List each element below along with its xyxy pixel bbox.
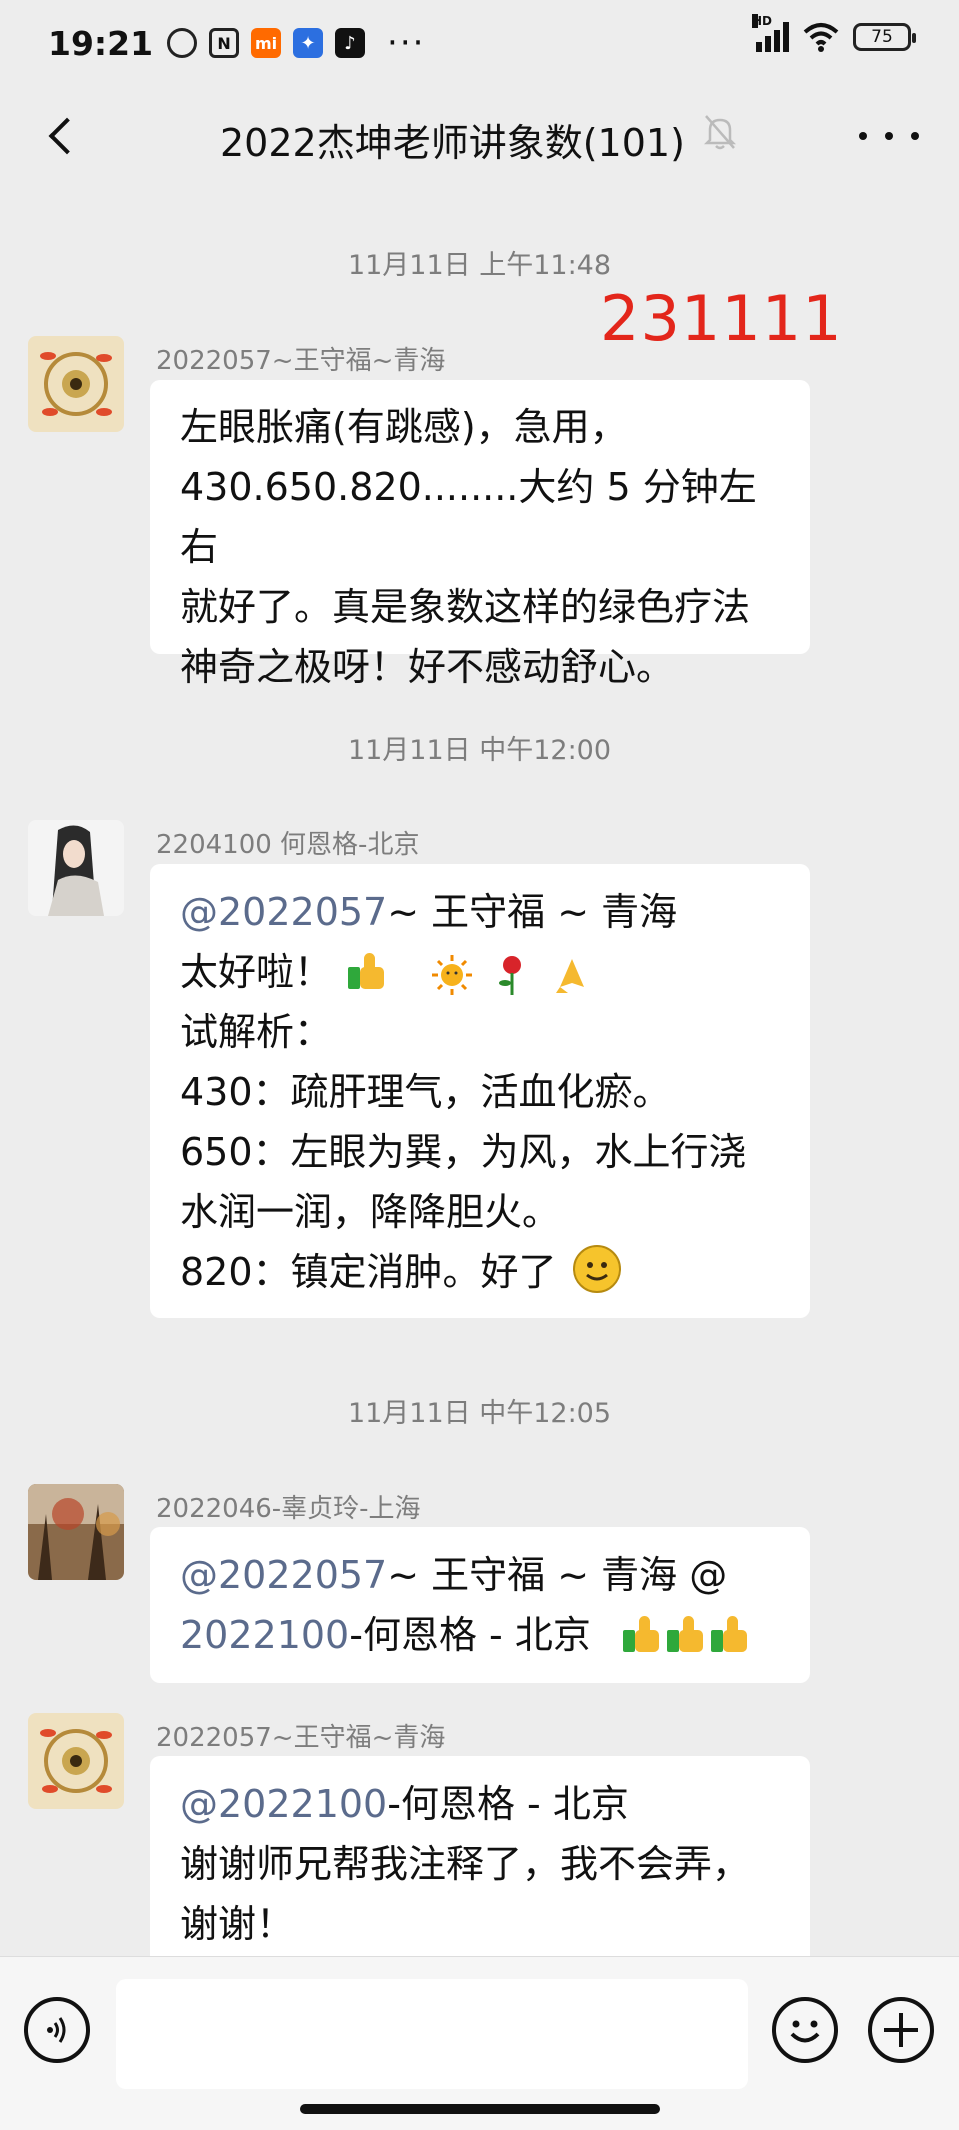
sun-icon: [432, 954, 473, 995]
voice-icon: [47, 2017, 66, 2043]
message-line: 2022100-何恩格 - 北京: [180, 1605, 780, 1665]
status-right: HD 75: [752, 14, 916, 52]
message-bubble[interactable]: @2022057~ 王守福 ~ 青海 太好啦！ 试解析： 430：疏肝理气，活血…: [150, 864, 810, 1318]
bagua-fish-avatar-icon: [28, 1713, 124, 1809]
alarm-icon: [167, 28, 198, 58]
mention-rest: ~ 王守福 ~ 青海: [387, 890, 678, 934]
back-button[interactable]: [32, 106, 92, 166]
message-bubble[interactable]: 左眼胀痛(有跳感)，急用， 430.650.820........大约 5 分钟…: [150, 380, 810, 689]
message-bubble[interactable]: @2022057~ 王守福 ~ 青海 @ 2022100-何恩格 - 北京: [150, 1527, 810, 1683]
wifi-icon: [803, 23, 839, 52]
status-bar: 19:21 N mi ✦ ♪ ··· HD 75: [0, 0, 959, 86]
smile-icon: [572, 1245, 621, 1293]
dot: [859, 132, 867, 140]
thumbs-up-icon: [344, 949, 388, 993]
dot: [911, 132, 919, 140]
message-line: 650：左眼为巽，为风，水上行浇: [180, 1130, 747, 1174]
timestamp: 11月11日 中午12:05: [347, 1398, 612, 1429]
sender-name: 2204100 何恩格-北京: [156, 830, 420, 860]
avatar[interactable]: [28, 820, 124, 916]
sender-name: 2022057~王守福~青海: [156, 1723, 446, 1753]
message-line: 左眼胀痛(有跳感)，急用，: [180, 405, 628, 449]
bird-app-icon: ✦: [293, 28, 324, 58]
mention-rest: -何恩格 - 北京: [349, 1613, 591, 1657]
rose-icon: [499, 955, 522, 995]
avatar[interactable]: [28, 336, 124, 432]
message-line: 820：镇定消肿。好了: [180, 1242, 780, 1302]
message-line: @2022100-何恩格 - 北京: [180, 1774, 780, 1834]
message-line: @2022057~ 王守福 ~ 青海: [180, 882, 780, 942]
message-line: 谢谢！: [180, 1902, 295, 1946]
message-text: 820：镇定消肿。好了: [180, 1250, 557, 1294]
emoji-button[interactable]: [772, 1997, 838, 2063]
scenery-avatar-icon: [28, 1484, 124, 1580]
message-input[interactable]: [116, 1979, 748, 2089]
network-label: HD: [752, 14, 773, 28]
mention-rest: -何恩格 - 北京: [387, 1782, 629, 1826]
home-indicator[interactable]: [300, 2104, 660, 2114]
message-line: 430.650.820........大约 5 分钟左右: [180, 465, 757, 569]
message-line: 试解析：: [180, 1010, 333, 1054]
nfc-icon: N: [209, 28, 240, 58]
praying-hands-icon: [556, 958, 585, 993]
signal-icon: HD: [752, 14, 789, 52]
avatar[interactable]: [28, 1484, 124, 1580]
message-line: 430：疏肝理气，活血化瘀。: [180, 1070, 671, 1114]
portrait-avatar-icon: [28, 820, 124, 916]
message-bubble[interactable]: @2022100-何恩格 - 北京 谢谢师兄帮我注释了，我不会弄， 谢谢！: [150, 1756, 810, 1966]
bagua-fish-avatar-icon: [28, 336, 124, 432]
message-text: 太好啦！: [180, 950, 333, 994]
more-options-button[interactable]: [859, 116, 919, 156]
battery-icon: 75: [853, 23, 916, 51]
voice-input-button[interactable]: [24, 1997, 90, 2063]
chat-title: 2022杰坤老师讲象数(101): [220, 121, 685, 165]
status-app-icons: N mi ✦ ♪ ···: [167, 23, 425, 63]
smiley-icon: [790, 2020, 820, 2043]
title-bar: 2022杰坤老师讲象数(101): [0, 86, 959, 186]
timestamp: 11月11日 中午12:00: [347, 735, 612, 766]
thumbs-up-icon: [663, 1612, 707, 1656]
status-more-icon: ···: [387, 23, 426, 63]
mention-link[interactable]: @2022057: [180, 1553, 387, 1597]
message-line: @2022057~ 王守福 ~ 青海 @: [180, 1545, 780, 1605]
mention-link[interactable]: 2022100: [180, 1613, 349, 1657]
status-time: 19:21: [48, 23, 154, 63]
thumbs-up-icon: [619, 1612, 663, 1656]
timestamp: 11月11日 上午11:48: [347, 250, 612, 281]
red-annotation: 231111: [600, 282, 843, 355]
mute-bell-icon: [703, 115, 737, 150]
message-line: 水润一润，降降胆火。: [180, 1190, 561, 1234]
sender-name: 2022046-辜贞玲-上海: [156, 1494, 421, 1524]
message-line: 太好啦！: [180, 942, 780, 1002]
sender-name: 2022057~王守福~青海: [156, 346, 446, 376]
chevron-left-icon: [48, 117, 86, 155]
mention-link[interactable]: @2022057: [180, 890, 387, 934]
mention-link[interactable]: @2022100: [180, 1782, 387, 1826]
tiktok-icon: ♪: [335, 28, 366, 58]
battery-level: 75: [871, 27, 893, 47]
more-functions-button[interactable]: [868, 1997, 934, 2063]
message-line: 谢谢师兄帮我注释了，我不会弄，: [180, 1842, 751, 1886]
avatar[interactable]: [28, 1713, 124, 1809]
message-line: 就好了。真是象数这样的绿色疗法: [180, 585, 751, 629]
message-line: 神奇之极呀！好不感动舒心。: [180, 645, 675, 689]
mi-icon: mi: [251, 28, 282, 58]
mention-rest: ~ 王守福 ~ 青海 @: [387, 1553, 728, 1597]
dot: [885, 132, 893, 140]
thumbs-up-icon: [707, 1612, 751, 1656]
